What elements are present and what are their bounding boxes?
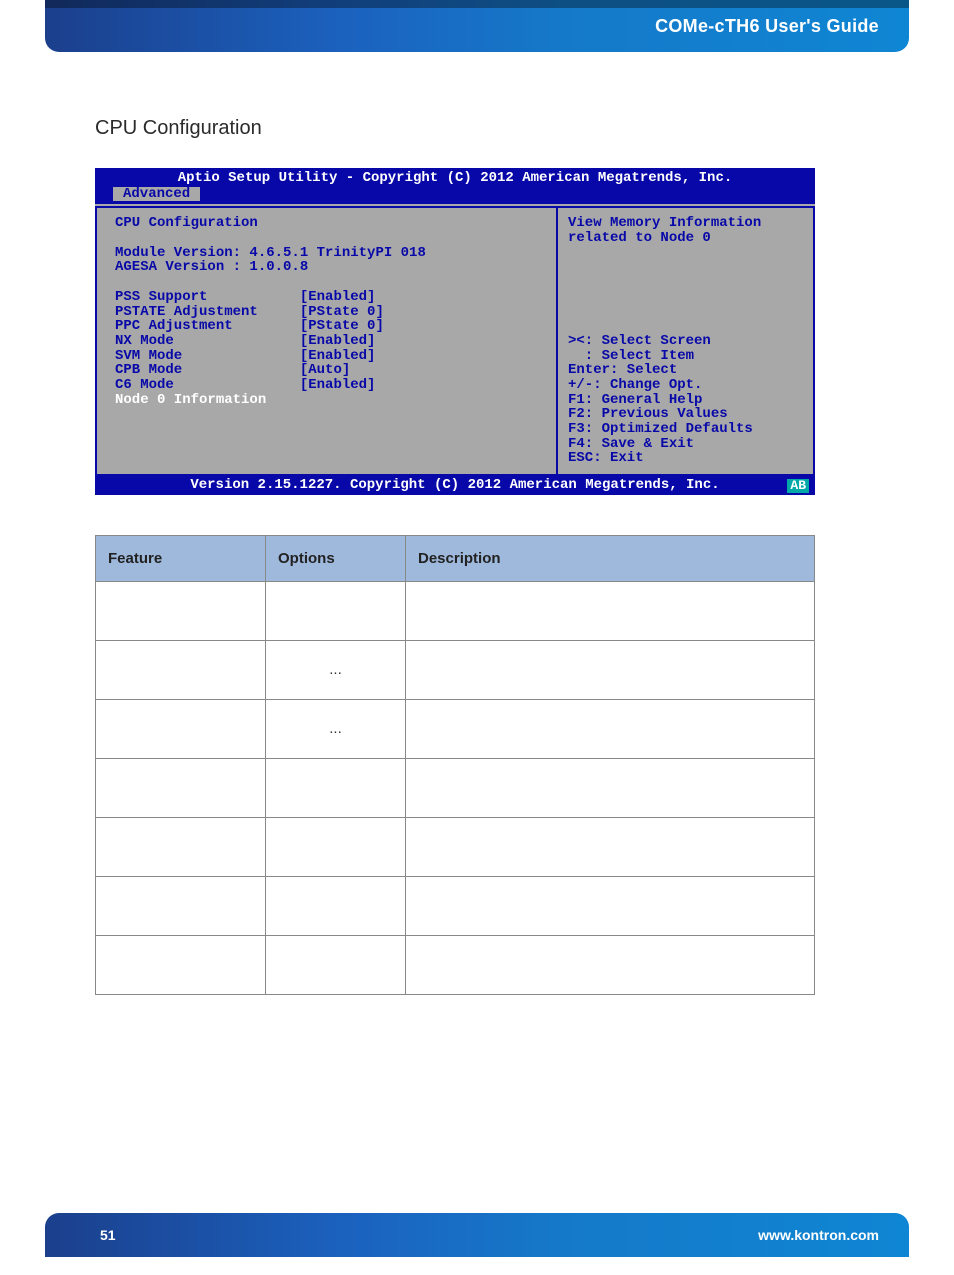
bios-nav-hint: F2: Previous Values xyxy=(568,406,728,422)
bios-heading: CPU Configuration xyxy=(115,215,258,231)
document-footer: 51 www.kontron.com xyxy=(45,1213,909,1257)
cell-feature xyxy=(96,758,266,817)
cell-options xyxy=(266,581,406,640)
bios-selected-item: Node 0 Information xyxy=(115,392,266,408)
cell-feature xyxy=(96,935,266,994)
cell-options xyxy=(266,935,406,994)
bios-nav-hint: ESC: Exit xyxy=(568,450,644,466)
bios-tab-row: Advanced xyxy=(95,187,815,205)
bios-titlebar: Aptio Setup Utility - Copyright (C) 2012… xyxy=(95,168,815,187)
page-number: 51 xyxy=(100,1227,116,1243)
bios-nav-hint: F4: Save & Exit xyxy=(568,436,694,452)
feature-table: Feature Options Description ... xyxy=(95,535,815,995)
bios-nav-hint: ><: Select Screen xyxy=(568,333,711,349)
cell-feature xyxy=(96,581,266,640)
bios-corner-badge: AB xyxy=(787,479,809,493)
bios-setting: NX Mode [Enabled] xyxy=(115,333,375,349)
cell-feature xyxy=(96,699,266,758)
table-row xyxy=(96,817,815,876)
bios-help-panel: View Memory Information related to Node … xyxy=(557,206,815,476)
bios-setting: PSTATE Adjustment [PState 0] xyxy=(115,304,384,320)
section-heading: CPU Configuration xyxy=(95,117,869,140)
table-header-options: Options xyxy=(266,535,406,581)
bios-nav-hint: : Select Item xyxy=(568,348,694,364)
document-header: COMe-cTH6 User's Guide xyxy=(45,0,909,52)
cell-options xyxy=(266,817,406,876)
cell-feature xyxy=(96,817,266,876)
table-row: ... xyxy=(96,699,815,758)
cell-options xyxy=(266,758,406,817)
cell-description xyxy=(406,817,815,876)
cell-feature xyxy=(96,876,266,935)
bios-screenshot: Aptio Setup Utility - Copyright (C) 2012… xyxy=(95,168,815,495)
cell-description xyxy=(406,935,815,994)
bios-agesa-version: AGESA Version : 1.0.0.8 xyxy=(115,259,308,275)
bios-nav-hint: F1: General Help xyxy=(568,392,702,408)
bios-nav-hint: +/-: Change Opt. xyxy=(568,377,702,393)
document-title: COMe-cTH6 User's Guide xyxy=(655,16,879,37)
cell-options: ... xyxy=(266,699,406,758)
bios-nav-hint: Enter: Select xyxy=(568,362,677,378)
bios-setting: CPB Mode [Auto] xyxy=(115,362,350,378)
bios-module-version: Module Version: 4.6.5.1 TrinityPI 018 xyxy=(115,245,426,261)
cell-description xyxy=(406,876,815,935)
bios-help-text: related to Node 0 xyxy=(568,230,711,246)
bios-setting: SVM Mode [Enabled] xyxy=(115,348,375,364)
cell-description xyxy=(406,758,815,817)
bios-tab-advanced: Advanced xyxy=(113,187,200,202)
table-row xyxy=(96,758,815,817)
cell-options: ... xyxy=(266,640,406,699)
bios-main-panel: CPU Configuration Module Version: 4.6.5.… xyxy=(95,206,557,476)
table-row xyxy=(96,876,815,935)
bios-nav-hint: F3: Optimized Defaults xyxy=(568,421,753,437)
cell-feature xyxy=(96,640,266,699)
table-row xyxy=(96,581,815,640)
table-row xyxy=(96,935,815,994)
table-header-description: Description xyxy=(406,535,815,581)
cell-options xyxy=(266,876,406,935)
bios-setting: C6 Mode [Enabled] xyxy=(115,377,375,393)
table-row: ... xyxy=(96,640,815,699)
bios-setting: PPC Adjustment [PState 0] xyxy=(115,318,384,334)
table-header-feature: Feature xyxy=(96,535,266,581)
cell-description xyxy=(406,581,815,640)
bios-footer: Version 2.15.1227. Copyright (C) 2012 Am… xyxy=(95,476,815,495)
cell-description xyxy=(406,640,815,699)
footer-url: www.kontron.com xyxy=(758,1227,879,1243)
cell-description xyxy=(406,699,815,758)
bios-help-text: View Memory Information xyxy=(568,215,761,231)
bios-setting: PSS Support [Enabled] xyxy=(115,289,375,305)
